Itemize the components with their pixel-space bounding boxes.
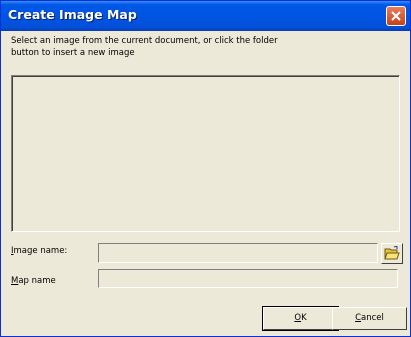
image-name-field[interactable]: [98, 243, 378, 263]
map-name-field[interactable]: [98, 269, 398, 288]
ok-button[interactable]: OK: [262, 306, 339, 331]
ok-button-rest: K: [301, 313, 307, 323]
instruction-line-1: Select an image from the current documen…: [11, 36, 278, 46]
close-button[interactable]: [386, 6, 406, 26]
browse-folder-button[interactable]: [381, 243, 403, 264]
cancel-button[interactable]: Cancel: [332, 307, 407, 330]
cancel-button-rest: ancel: [361, 313, 384, 323]
instruction-text: Select an image from the current documen…: [11, 35, 311, 59]
open-folder-icon: [384, 246, 400, 260]
image-name-label-rest: mage name:: [13, 246, 68, 256]
title-bar[interactable]: Create Image Map: [1, 1, 410, 31]
map-name-label-rest: ap name: [18, 276, 56, 286]
image-name-label: Image name:: [11, 246, 67, 256]
instruction-line-2: button to insert a new image: [11, 48, 135, 58]
map-name-label: Map name: [11, 276, 56, 286]
close-icon: [391, 11, 401, 21]
window-title: Create Image Map: [8, 7, 137, 22]
create-image-map-dialog: Create Image Map Select an image from th…: [0, 0, 411, 337]
image-list[interactable]: [11, 75, 400, 232]
